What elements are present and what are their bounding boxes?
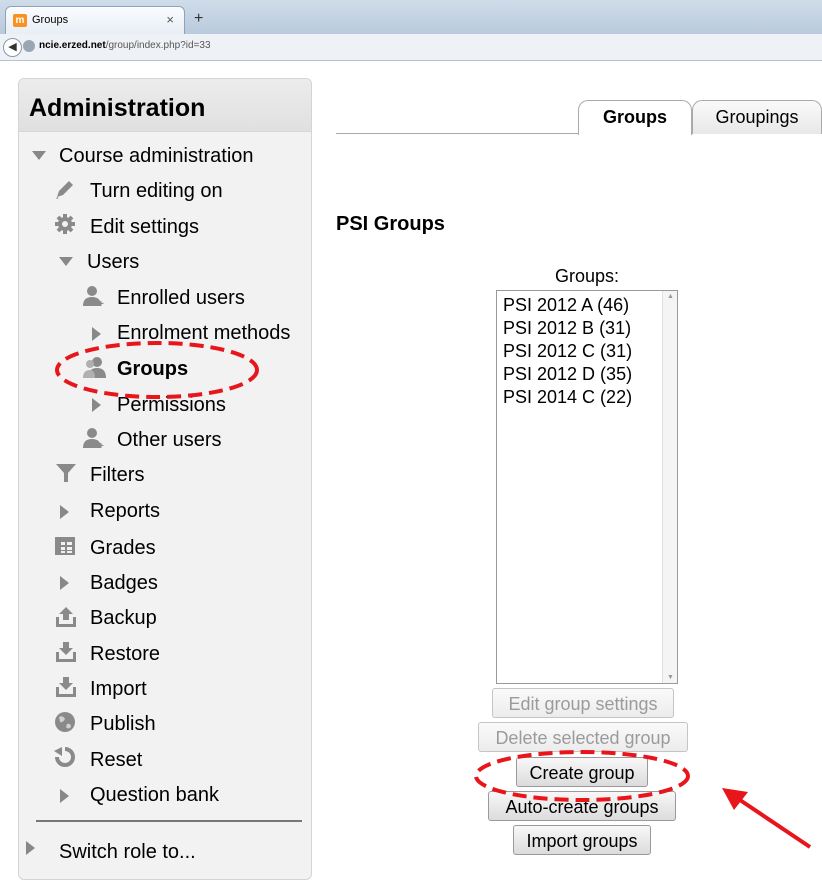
sidebar-divider — [36, 820, 302, 822]
back-arrow-icon[interactable]: ◀ — [3, 38, 22, 57]
expanded-triangle-icon[interactable] — [32, 151, 46, 160]
restore-download-icon — [56, 642, 76, 662]
url-host: ncie.erzed.net — [39, 40, 106, 51]
browser-tab[interactable]: m Groups × — [5, 6, 185, 35]
group-option[interactable]: PSI 2012 C (31) — [503, 341, 632, 362]
nav-publish[interactable]: Publish — [90, 713, 156, 736]
user-add-icon: + — [83, 428, 104, 450]
nav-import[interactable]: Import — [90, 678, 147, 701]
page-heading: PSI Groups — [336, 213, 445, 235]
nav-restore[interactable]: Restore — [90, 643, 160, 666]
nav-enrolled-users[interactable]: Enrolled users — [117, 287, 245, 310]
groups-listbox[interactable]: PSI 2012 A (46) PSI 2012 B (31) PSI 2012… — [496, 290, 678, 684]
pencil-icon — [56, 181, 73, 199]
nav-reset[interactable]: Reset — [90, 749, 142, 772]
tab-close-icon[interactable]: × — [166, 12, 174, 27]
nav-edit-settings[interactable]: Edit settings — [90, 216, 199, 239]
groups-icon — [83, 357, 106, 378]
url-path: /group/index.php?id=33 — [105, 40, 211, 51]
block-title: Administration — [29, 94, 206, 122]
listbox-scrollbar[interactable]: ▲ ▼ — [662, 291, 677, 683]
nav-question-bank[interactable]: Question bank — [90, 784, 219, 807]
new-tab-button[interactable]: + — [194, 10, 203, 28]
create-group-button[interactable]: Create group — [516, 757, 648, 787]
nav-groups[interactable]: Groups — [117, 358, 188, 381]
grades-table-icon — [55, 537, 75, 555]
auto-create-groups-button[interactable]: Auto-create groups — [488, 791, 676, 821]
group-option[interactable]: PSI 2012 A (46) — [503, 295, 629, 316]
backup-upload-icon — [56, 607, 76, 627]
moodle-favicon-icon: m — [13, 14, 27, 27]
delete-selected-group-button[interactable]: Delete selected group — [478, 722, 688, 752]
globe-icon — [23, 40, 35, 52]
nav-users[interactable]: Users — [87, 251, 139, 274]
collapsed-triangle-icon[interactable] — [60, 789, 69, 803]
import-groups-button[interactable]: Import groups — [513, 825, 651, 855]
nav-permissions[interactable]: Permissions — [117, 394, 226, 417]
publish-globe-icon — [55, 712, 75, 732]
reset-icon — [54, 747, 75, 767]
browser-tab-title: Groups — [32, 14, 69, 26]
edit-group-settings-button[interactable]: Edit group settings — [492, 688, 674, 718]
collapsed-triangle-icon[interactable] — [60, 505, 69, 519]
group-option[interactable]: PSI 2012 D (35) — [503, 364, 632, 385]
nav-other-users[interactable]: Other users — [117, 429, 221, 452]
user-add-icon: + — [83, 286, 104, 308]
group-option[interactable]: PSI 2014 C (22) — [503, 387, 632, 408]
import-download-icon — [56, 677, 76, 697]
tab-groups[interactable]: Groups — [578, 100, 692, 135]
scroll-up-arrow-icon[interactable]: ▲ — [667, 293, 674, 300]
collapsed-triangle-icon[interactable] — [60, 576, 69, 590]
nav-filters[interactable]: Filters — [90, 464, 144, 487]
nav-switch-role[interactable]: Switch role to... — [59, 841, 196, 864]
svg-text:+: + — [98, 441, 104, 450]
groups-list-label: Groups: — [554, 266, 620, 286]
address-bar[interactable]: ◀ ncie.erzed.net/group/index.php?id=33 — [0, 34, 822, 61]
tab-groupings[interactable]: Groupings — [692, 100, 822, 134]
administration-block: Administration Course administration Tur… — [18, 78, 312, 880]
annotation-arrow-head — [722, 788, 748, 810]
nav-badges[interactable]: Badges — [90, 572, 158, 595]
svg-text:+: + — [98, 299, 104, 308]
collapsed-triangle-icon[interactable] — [92, 398, 101, 412]
nav-turn-editing-on[interactable]: Turn editing on — [90, 180, 223, 203]
nav-enrolment-methods[interactable]: Enrolment methods — [117, 322, 290, 345]
nav-course-administration[interactable]: Course administration — [59, 145, 254, 168]
collapsed-triangle-icon[interactable] — [26, 841, 35, 855]
url-text[interactable]: ncie.erzed.net/group/index.php?id=33 — [39, 40, 211, 51]
collapsed-triangle-icon[interactable] — [92, 327, 101, 341]
browser-tab-bar: m Groups × + — [0, 0, 822, 35]
annotation-arrow-line — [732, 794, 812, 849]
nav-grades[interactable]: Grades — [90, 537, 156, 560]
nav-backup[interactable]: Backup — [90, 607, 157, 630]
group-option[interactable]: PSI 2012 B (31) — [503, 318, 631, 339]
expanded-triangle-icon[interactable] — [59, 257, 73, 266]
nav-reports[interactable]: Reports — [90, 500, 160, 523]
filter-icon — [56, 464, 76, 482]
block-header: Administration — [19, 79, 311, 132]
scroll-down-arrow-icon[interactable]: ▼ — [667, 674, 674, 681]
gear-icon — [55, 214, 75, 234]
